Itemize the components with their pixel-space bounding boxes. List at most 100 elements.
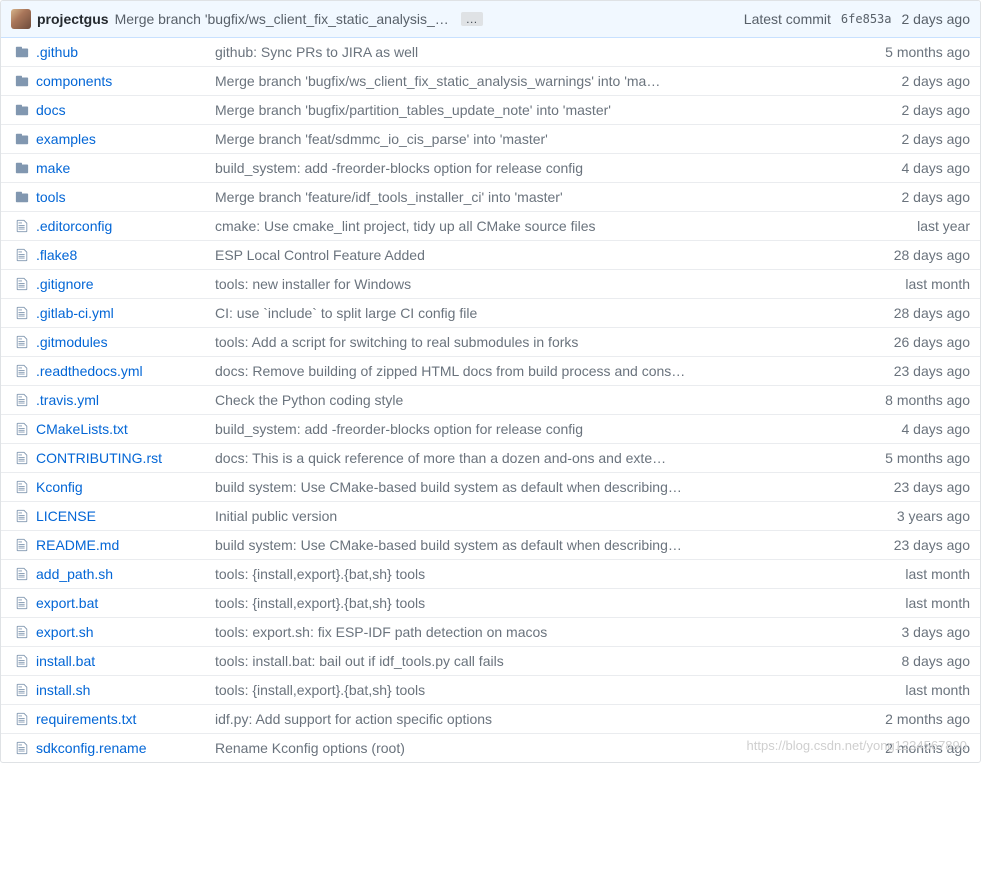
commit-message-link[interactable]: docs: This is a quick reference of more … <box>215 450 666 466</box>
avatar[interactable] <box>11 9 31 29</box>
file-link[interactable]: tools <box>36 189 66 205</box>
file-link[interactable]: .flake8 <box>36 247 77 263</box>
file-link[interactable]: LICENSE <box>36 508 96 524</box>
file-name: examples <box>33 131 215 147</box>
file-link[interactable]: .editorconfig <box>36 218 112 234</box>
commit-message-link[interactable]: cmake: Use cmake_lint project, tidy up a… <box>215 218 595 234</box>
file-age: last month <box>905 566 970 582</box>
file-link[interactable]: install.bat <box>36 653 95 669</box>
file-icon <box>15 712 29 726</box>
commit-message: tools: install.bat: bail out if idf_tool… <box>215 653 902 669</box>
expand-commit-button[interactable]: … <box>461 12 483 26</box>
file-link[interactable]: components <box>36 73 112 89</box>
file-name: install.bat <box>33 653 215 669</box>
commit-message-link[interactable]: tools: Add a script for switching to rea… <box>215 334 578 350</box>
folder-icon <box>15 190 29 204</box>
file-icon <box>15 683 29 697</box>
file-link[interactable]: export.sh <box>36 624 94 640</box>
file-age: 2 days ago <box>902 73 971 89</box>
file-row: requirements.txt idf.py: Add support for … <box>1 704 980 733</box>
file-link[interactable]: requirements.txt <box>36 711 136 727</box>
file-age: 28 days ago <box>894 247 970 263</box>
file-link[interactable]: CMakeLists.txt <box>36 421 128 437</box>
file-link[interactable]: install.sh <box>36 682 90 698</box>
commit-message: idf.py: Add support for action specific … <box>215 711 885 727</box>
latest-commit-age: 2 days ago <box>902 11 971 27</box>
file-link[interactable]: README.md <box>36 537 119 553</box>
commit-message-link[interactable]: build_system: add -freorder-blocks optio… <box>215 160 583 176</box>
commit-message: Initial public version <box>215 508 897 524</box>
file-link[interactable]: add_path.sh <box>36 566 113 582</box>
file-link[interactable]: .github <box>36 44 78 60</box>
file-link[interactable]: export.bat <box>36 595 98 611</box>
file-age: last month <box>905 276 970 292</box>
file-age: 8 months ago <box>885 392 970 408</box>
commit-message-link[interactable]: Merge branch 'feat/sdmmc_io_cis_parse' i… <box>215 131 548 147</box>
commit-message-link[interactable]: build system: Use CMake-based build syst… <box>215 537 682 553</box>
commit-message-link[interactable]: Merge branch 'feature/idf_tools_installe… <box>215 189 563 205</box>
folder-icon-cell <box>11 45 33 59</box>
file-icon <box>15 538 29 552</box>
commit-message-link[interactable]: Initial public version <box>215 508 337 524</box>
commit-message-link[interactable]: Rename Kconfig options (root) <box>215 740 405 756</box>
file-link[interactable]: .travis.yml <box>36 392 99 408</box>
file-icon-cell <box>11 219 33 233</box>
commit-message-link[interactable]: build_system: add -freorder-blocks optio… <box>215 421 583 437</box>
commit-message-link[interactable]: Merge branch 'bugfix/ws_client_fix_stati… <box>215 73 660 89</box>
file-row: add_path.sh tools: {install,export}.{bat,… <box>1 559 980 588</box>
commit-message: tools: Add a script for switching to rea… <box>215 334 894 350</box>
file-link[interactable]: docs <box>36 102 66 118</box>
file-age: 2 days ago <box>902 102 971 118</box>
file-icon-cell <box>11 306 33 320</box>
file-link[interactable]: CONTRIBUTING.rst <box>36 450 162 466</box>
file-row: .travis.yml Check the Python coding style… <box>1 385 980 414</box>
file-icon-cell <box>11 451 33 465</box>
commit-message-link[interactable]: ESP Local Control Feature Added <box>215 247 425 263</box>
commit-message-link[interactable]: tools: install.bat: bail out if idf_tool… <box>215 653 504 669</box>
file-row: .gitmodules tools: Add a script for switc… <box>1 327 980 356</box>
file-link[interactable]: make <box>36 160 70 176</box>
commit-message-link[interactable]: tools: export.sh: fix ESP-IDF path detec… <box>215 624 547 640</box>
author-name[interactable]: projectgus <box>37 11 109 27</box>
commit-message-link[interactable]: Merge branch 'bugfix/partition_tables_up… <box>215 102 611 118</box>
commit-message-link[interactable]: tools: {install,export}.{bat,sh} tools <box>215 566 425 582</box>
file-age: 26 days ago <box>894 334 970 350</box>
file-icon-cell <box>11 683 33 697</box>
latest-commit-message[interactable]: Merge branch 'bugfix/ws_client_fix_stati… <box>115 11 455 27</box>
file-link[interactable]: sdkconfig.rename <box>36 740 147 756</box>
file-name: make <box>33 160 215 176</box>
commit-message-link[interactable]: Check the Python coding style <box>215 392 403 408</box>
file-icon-cell <box>11 741 33 755</box>
file-name: Kconfig <box>33 479 215 495</box>
file-link[interactable]: .gitlab-ci.yml <box>36 305 114 321</box>
commit-message-link[interactable]: tools: new installer for Windows <box>215 276 411 292</box>
file-link[interactable]: examples <box>36 131 96 147</box>
commit-message-link[interactable]: tools: {install,export}.{bat,sh} tools <box>215 595 425 611</box>
commit-message-link[interactable]: tools: {install,export}.{bat,sh} tools <box>215 682 425 698</box>
file-icon <box>15 393 29 407</box>
commit-sha[interactable]: 6fe853a <box>841 12 892 26</box>
file-name: CONTRIBUTING.rst <box>33 450 215 466</box>
commit-message: Check the Python coding style <box>215 392 885 408</box>
file-link[interactable]: Kconfig <box>36 479 83 495</box>
commit-message-link[interactable]: idf.py: Add support for action specific … <box>215 711 492 727</box>
file-age: 5 months ago <box>885 44 970 60</box>
file-icon-cell <box>11 567 33 581</box>
file-link[interactable]: .readthedocs.yml <box>36 363 143 379</box>
file-icon-cell <box>11 393 33 407</box>
file-name: README.md <box>33 537 215 553</box>
file-icon-cell <box>11 712 33 726</box>
latest-commit-bar: projectgus Merge branch 'bugfix/ws_clien… <box>1 1 980 38</box>
file-icon-cell <box>11 509 33 523</box>
commit-message-link[interactable]: CI: use `include` to split large CI conf… <box>215 305 477 321</box>
commit-message-link[interactable]: build system: Use CMake-based build syst… <box>215 479 682 495</box>
folder-icon <box>15 74 29 88</box>
file-icon-cell <box>11 538 33 552</box>
file-link[interactable]: .gitmodules <box>36 334 108 350</box>
folder-icon <box>15 161 29 175</box>
file-age: 23 days ago <box>894 537 970 553</box>
file-link[interactable]: .gitignore <box>36 276 94 292</box>
commit-message-link[interactable]: github: Sync PRs to JIRA as well <box>215 44 418 60</box>
commit-message: build system: Use CMake-based build syst… <box>215 537 894 553</box>
commit-message-link[interactable]: docs: Remove building of zipped HTML doc… <box>215 363 685 379</box>
